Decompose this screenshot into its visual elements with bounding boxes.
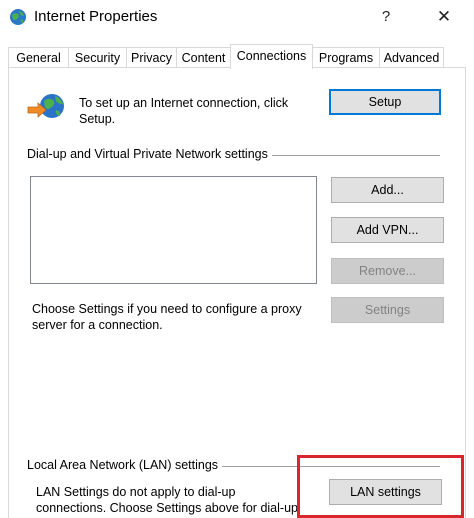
close-button[interactable]: ✕ [430,4,458,30]
tab-advanced[interactable]: Advanced [379,47,444,67]
tab-general[interactable]: General [8,47,69,67]
dialup-group-label: Dial-up and Virtual Private Network sett… [27,147,272,161]
highlight-box [297,455,464,518]
tab-privacy[interactable]: Privacy [126,47,177,67]
lan-note-text: LAN Settings do not apply to dial-up con… [36,485,298,515]
connections-panel [8,67,466,518]
add-vpn-button[interactable]: Add VPN... [331,217,444,243]
connections-list[interactable] [30,176,317,284]
tab-programs[interactable]: Programs [312,47,380,67]
connection-wizard-icon [27,94,64,118]
tab-security[interactable]: Security [68,47,127,67]
title-bar: Internet Properties ? ✕ [0,0,474,34]
window-title: Internet Properties [34,8,158,25]
settings-button[interactable]: Settings [331,297,444,323]
remove-button[interactable]: Remove... [331,258,444,284]
tab-content[interactable]: Content [176,47,231,67]
proxy-help-text: Choose Settings if you need to configure… [32,302,302,332]
setup-button[interactable]: Setup [329,89,441,115]
internet-options-icon [10,9,26,25]
help-button[interactable]: ? [372,4,400,30]
tab-connections[interactable]: Connections [230,44,313,69]
lan-group-label: Local Area Network (LAN) settings [27,458,223,472]
add-button[interactable]: Add... [331,177,444,203]
setup-description: To set up an Internet connection, click … [79,96,289,126]
